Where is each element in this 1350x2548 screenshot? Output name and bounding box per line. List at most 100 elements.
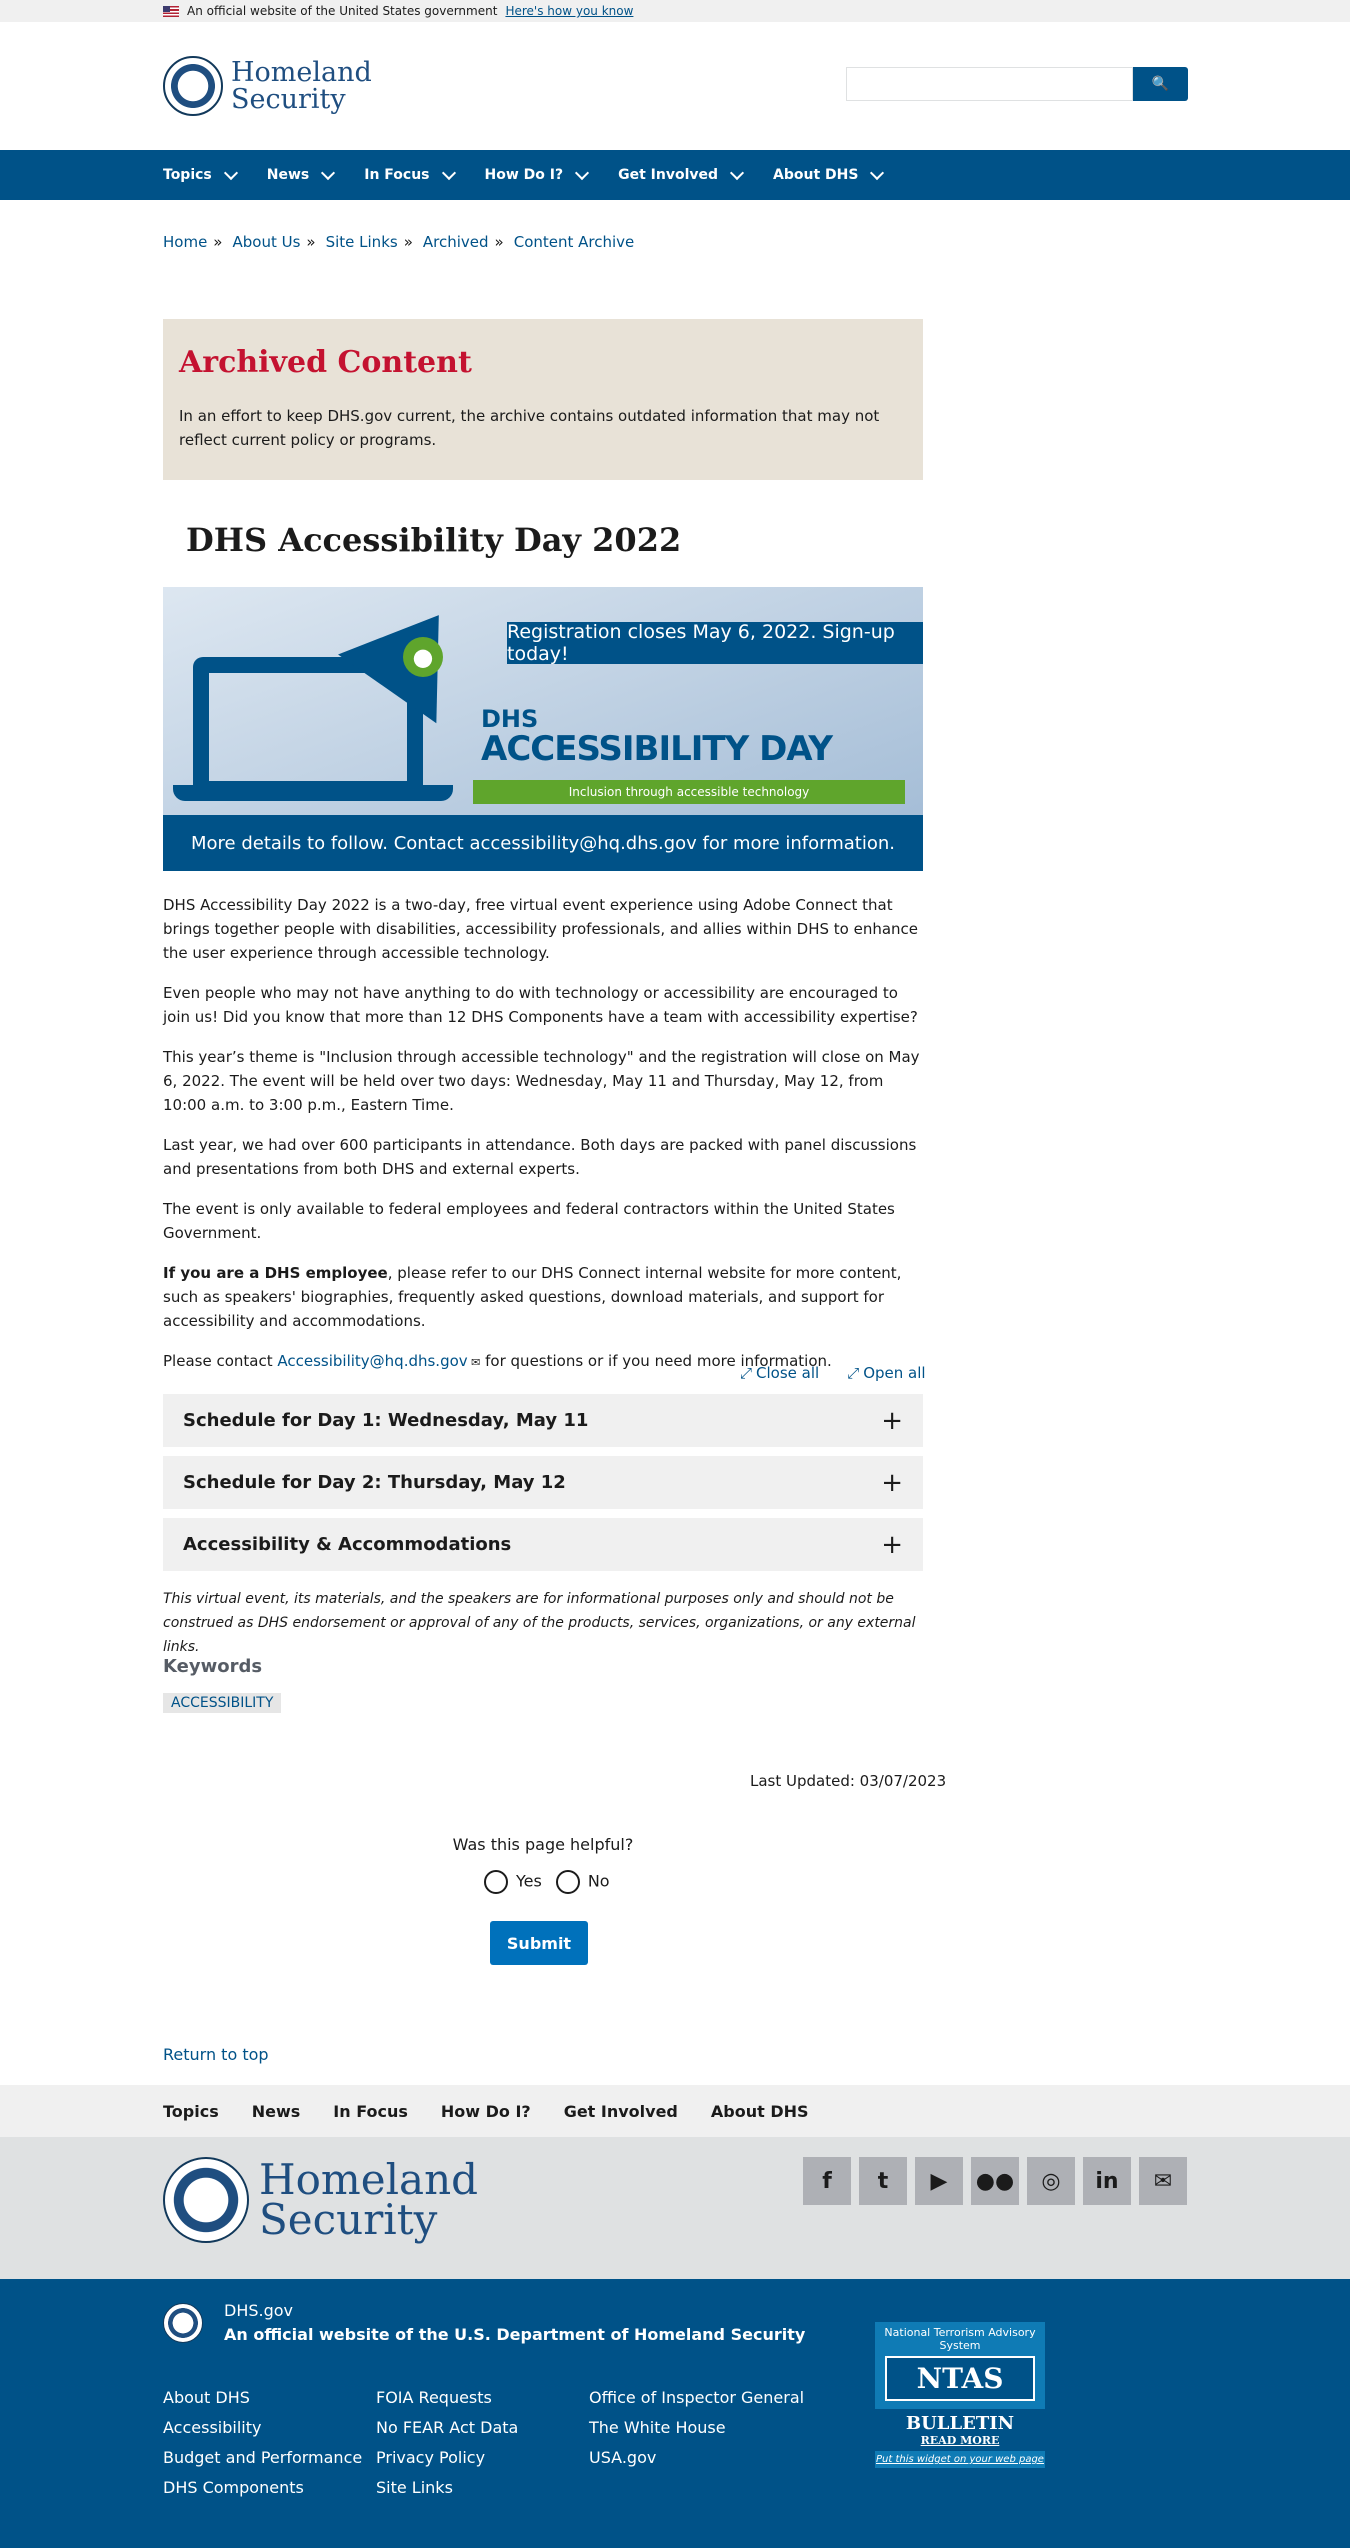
nav-item-news[interactable]: News bbox=[267, 165, 336, 183]
footer-link-no-fear[interactable]: No FEAR Act Data bbox=[376, 2413, 518, 2443]
chevron-down-icon bbox=[441, 165, 456, 180]
paragraph: Last year, we had over 600 participants … bbox=[163, 1136, 917, 1178]
footer-bottom: DHS.gov An official website of the U.S. … bbox=[0, 2279, 1350, 2548]
page: An official website of the United States… bbox=[0, 0, 1350, 2548]
footer-nav: Topics News In Focus How Do I? Get Invol… bbox=[0, 2085, 1350, 2137]
chevron-down-icon bbox=[223, 165, 238, 180]
instagram-icon[interactable]: ◎ bbox=[1027, 2157, 1075, 2205]
breadcrumb-about-us[interactable]: About Us bbox=[232, 233, 300, 251]
no-radio[interactable]: No bbox=[555, 1870, 610, 1894]
footer-link-oig[interactable]: Office of Inspector General bbox=[589, 2383, 804, 2413]
hero-tagline: Inclusion through accessible technology bbox=[473, 780, 905, 804]
archived-content-notice: Archived Content In an effort to keep DH… bbox=[163, 319, 923, 480]
search-button[interactable]: 🔍 bbox=[1133, 67, 1188, 101]
dhs-logo[interactable]: Homeland Security bbox=[163, 56, 372, 116]
disclaimer: This virtual event, its materials, and t… bbox=[163, 1591, 916, 1655]
ntas-widget[interactable]: National Terrorism Advisory System NTAS … bbox=[875, 2322, 1045, 2502]
breadcrumb-site-links[interactable]: Site Links bbox=[326, 233, 398, 251]
archived-title: Archived Content bbox=[179, 345, 472, 380]
article-body: DHS Accessibility Day 2022 is a two-day,… bbox=[163, 893, 923, 1391]
search-icon: 🔍 bbox=[1151, 76, 1170, 92]
accordion-day-1[interactable]: Schedule for Day 1: Wednesday, May 11 + bbox=[163, 1394, 923, 1447]
open-all-button[interactable]: ⤢ Open all bbox=[847, 1364, 925, 1382]
accordion-day-2[interactable]: Schedule for Day 2: Thursday, May 12 + bbox=[163, 1456, 923, 1509]
chevron-down-icon bbox=[870, 165, 885, 180]
collapse-icon: ⤢ bbox=[740, 1364, 753, 1382]
footer-link-privacy[interactable]: Privacy Policy bbox=[376, 2443, 518, 2473]
social-links: f t ▶ ●● ◎ in ✉ bbox=[803, 2157, 1187, 2205]
footer-logo[interactable]: Homeland Security bbox=[163, 2157, 478, 2243]
nav-item-about-dhs[interactable]: About DHS bbox=[773, 165, 885, 183]
accordion-toggles: ⤢ Close all ⤢ Open all bbox=[740, 1364, 926, 1382]
accordion-accommodations[interactable]: Accessibility & Accommodations + bbox=[163, 1518, 923, 1571]
yes-radio[interactable]: Yes bbox=[484, 1870, 542, 1894]
ntas-read-more[interactable]: READ MORE bbox=[875, 2434, 1045, 2447]
breadcrumb-archived[interactable]: Archived bbox=[423, 233, 489, 251]
laptop-base bbox=[173, 785, 453, 801]
ntas-header: National Terrorism Advisory System bbox=[884, 2326, 1036, 2352]
paragraph: The event is only available to federal e… bbox=[163, 1200, 895, 1242]
footer-nav-news[interactable]: News bbox=[252, 2102, 301, 2121]
footer-link-site-links[interactable]: Site Links bbox=[376, 2473, 518, 2503]
paragraph: DHS Accessibility Day 2022 is a two-day,… bbox=[163, 896, 919, 962]
footer-link-accessibility[interactable]: Accessibility bbox=[163, 2413, 362, 2443]
facebook-icon[interactable]: f bbox=[803, 2157, 851, 2205]
gov-banner-text: An official website of the United States… bbox=[187, 4, 498, 18]
dhs-seal-icon bbox=[163, 2303, 203, 2343]
dhs-link[interactable]: U.S. Department of Homeland Security bbox=[454, 2325, 805, 2344]
paragraph: This year’s theme is "Inclusion through … bbox=[163, 1048, 920, 1114]
footer-link-white-house[interactable]: The White House bbox=[589, 2413, 804, 2443]
footer-nav-how-do-i[interactable]: How Do I? bbox=[441, 2102, 531, 2121]
breadcrumb-content-archive[interactable]: Content Archive bbox=[514, 233, 635, 251]
nav-item-how-do-i[interactable]: How Do I? bbox=[485, 165, 590, 183]
logo-text: Homeland Security bbox=[231, 57, 372, 115]
hero-accessibility-day: ACCESSIBILITY DAY bbox=[481, 729, 833, 769]
footer-links-col1: About DHS Accessibility Budget and Perfo… bbox=[163, 2383, 362, 2503]
footer-official: An official website of the U.S. Departme… bbox=[224, 2325, 806, 2344]
linkedin-icon[interactable]: in bbox=[1083, 2157, 1131, 2205]
nav-item-in-focus[interactable]: In Focus bbox=[364, 165, 456, 183]
paragraph: Even people who may not have anything to… bbox=[163, 984, 918, 1026]
feedback-options: Yes No bbox=[484, 1870, 610, 1894]
footer-links-col2: FOIA Requests No FEAR Act Data Privacy P… bbox=[376, 2383, 518, 2503]
accessibility-icon: ● bbox=[403, 637, 443, 677]
accessibility-email-link[interactable]: Accessibility@hq.dhs.gov bbox=[277, 1352, 467, 1370]
footer-link-foia[interactable]: FOIA Requests bbox=[376, 2383, 518, 2413]
keyword-tag[interactable]: ACCESSIBILITY bbox=[163, 1693, 282, 1713]
dhs-seal-icon bbox=[163, 56, 223, 116]
youtube-icon[interactable]: ▶ bbox=[915, 2157, 963, 2205]
footer-link-budget[interactable]: Budget and Performance bbox=[163, 2443, 362, 2473]
footer-site-name: DHS.gov bbox=[224, 2301, 294, 2320]
footer-links-col3: Office of Inspector General The White Ho… bbox=[589, 2383, 804, 2473]
flickr-icon[interactable]: ●● bbox=[971, 2157, 1019, 2205]
footer-link-usa-gov[interactable]: USA.gov bbox=[589, 2443, 804, 2473]
ntas-widget-link[interactable]: Put this widget on your web page bbox=[875, 2451, 1045, 2468]
feedback-question: Was this page helpful? bbox=[452, 1835, 634, 1854]
return-to-top-link[interactable]: Return to top bbox=[163, 2045, 269, 2064]
hero-image: ● Registration closes May 6, 2022. Sign-… bbox=[163, 587, 923, 871]
page-title: DHS Accessibility Day 2022 bbox=[186, 521, 682, 559]
dhs-seal-icon bbox=[163, 2157, 249, 2243]
twitter-icon[interactable]: t bbox=[859, 2157, 907, 2205]
footer-link-components[interactable]: DHS Components bbox=[163, 2473, 362, 2503]
close-all-button[interactable]: ⤢ Close all bbox=[740, 1364, 819, 1382]
footer-nav-in-focus[interactable]: In Focus bbox=[333, 2102, 408, 2121]
ntas-bulletin: BULLETIN bbox=[905, 2413, 1015, 2434]
email-icon[interactable]: ✉ bbox=[1139, 2157, 1187, 2205]
footer-nav-about-dhs[interactable]: About DHS bbox=[711, 2102, 809, 2121]
footer-nav-get-involved[interactable]: Get Involved bbox=[564, 2102, 678, 2121]
submit-button[interactable]: Submit bbox=[490, 1921, 588, 1965]
search-input[interactable] bbox=[846, 67, 1133, 101]
ntas-logo: NTAS bbox=[885, 2356, 1035, 2401]
hero-footer: More details to follow. Contact accessib… bbox=[163, 815, 923, 871]
heres-how-you-know-link[interactable]: Here's how you know bbox=[505, 4, 633, 18]
footer-link-about-dhs[interactable]: About DHS bbox=[163, 2383, 362, 2413]
chevron-down-icon bbox=[729, 165, 745, 180]
nav-item-get-involved[interactable]: Get Involved bbox=[618, 165, 745, 183]
archived-text: In an effort to keep DHS.gov current, th… bbox=[179, 407, 880, 449]
breadcrumb-home[interactable]: Home bbox=[163, 233, 207, 251]
nav-item-topics[interactable]: Topics bbox=[163, 165, 238, 183]
mail-icon: ✉ bbox=[467, 1356, 481, 1369]
footer-nav-topics[interactable]: Topics bbox=[163, 2102, 219, 2121]
expand-icon: ⤢ bbox=[847, 1364, 860, 1382]
